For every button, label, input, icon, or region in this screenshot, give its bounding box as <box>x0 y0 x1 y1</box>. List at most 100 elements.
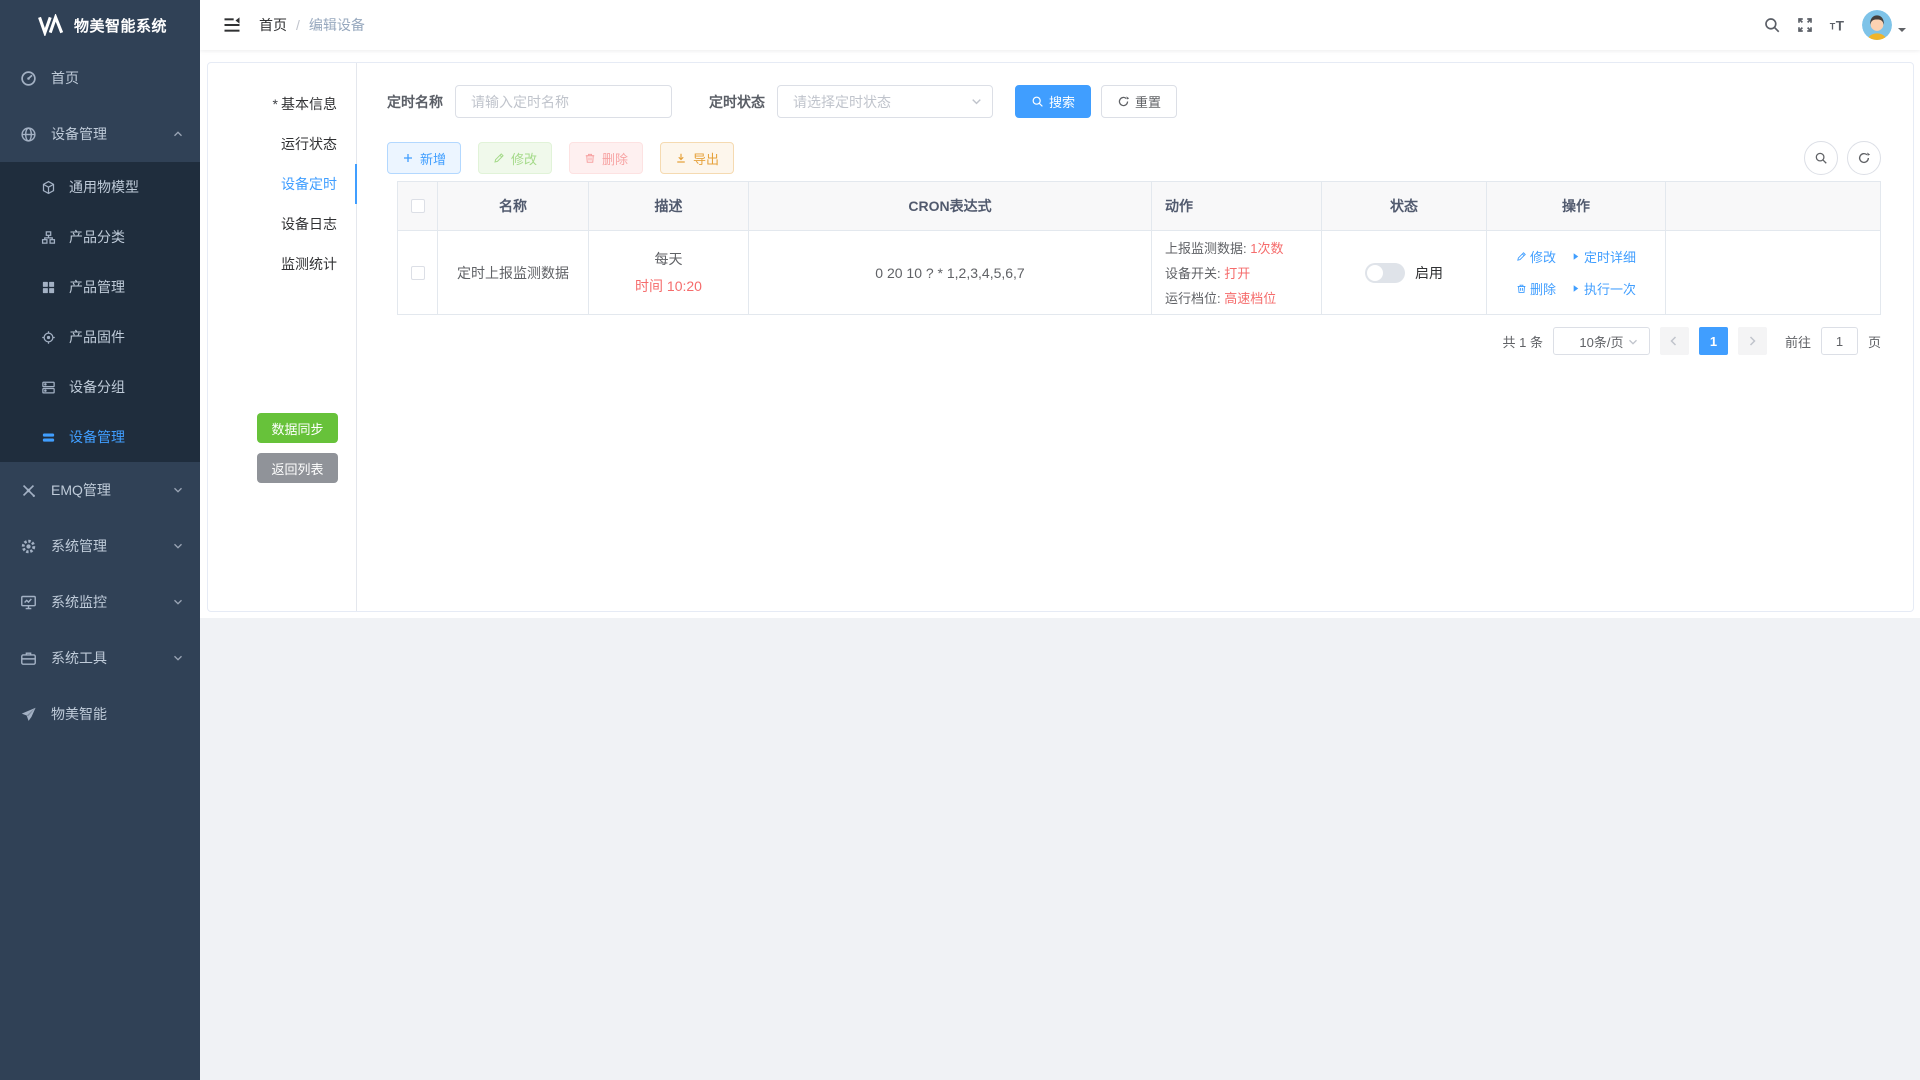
pagination-total: 共 1 条 <box>1503 332 1543 351</box>
cell-cron: 0 20 10 ? * 1,2,3,4,5,6,7 <box>749 231 1152 315</box>
refresh-table-button[interactable] <box>1847 141 1881 175</box>
cell-status: 启用 <box>1322 231 1487 315</box>
sidebar-item-label: 设备管理 <box>51 124 107 144</box>
sidebar-item-home[interactable]: 首页 <box>0 50 200 106</box>
sidebar-item-system-management[interactable]: 系统管理 <box>0 518 200 574</box>
sidebar-item-product-firmware[interactable]: 产品固件 <box>0 312 200 362</box>
topbar-actions <box>1763 10 1920 40</box>
app-logo[interactable]: 物美智能系统 <box>0 0 200 50</box>
cube-icon <box>41 180 56 195</box>
sidebar-item-wumei-smart[interactable]: 物美智能 <box>0 686 200 742</box>
data-sync-button[interactable]: 数据同步 <box>257 413 338 443</box>
sidebar-item-system-monitor[interactable]: 系统监控 <box>0 574 200 630</box>
row-timer-detail-link[interactable]: 定时详细 <box>1570 247 1636 266</box>
search-button[interactable]: 搜索 <box>1015 85 1091 118</box>
tab-device-log[interactable]: 设备日志 <box>208 204 356 244</box>
topbar: 首页 / 编辑设备 <box>200 0 1920 50</box>
select-all-checkbox[interactable] <box>411 199 425 213</box>
timer-status-select-value[interactable] <box>777 85 993 118</box>
chevron-down-icon <box>970 95 983 108</box>
sidebar-item-thing-model[interactable]: 通用物模型 <box>0 162 200 212</box>
caret-down-icon <box>1898 28 1906 36</box>
tab-label: 监测统计 <box>281 256 337 272</box>
page-number-current[interactable]: 1 <box>1699 327 1728 355</box>
download-icon <box>675 152 687 164</box>
grid-icon <box>41 280 56 295</box>
header-name: 名称 <box>438 182 589 231</box>
device-management-submenu: 通用物模型 产品分类 产品管理 产品固件 设备分组 设备管理 <box>0 162 200 462</box>
goto-page-input[interactable] <box>1821 327 1858 355</box>
action-line: 上报监测数据: 1次数 <box>1165 238 1283 257</box>
toolbox-icon <box>20 650 37 667</box>
chevron-down-icon <box>172 652 184 664</box>
delete-button[interactable]: 删除 <box>569 142 643 174</box>
page-size-value: 10条/页 <box>1579 332 1623 351</box>
add-button[interactable]: 新增 <box>387 142 461 174</box>
firmware-aim-icon <box>41 330 56 345</box>
toggle-search-button[interactable] <box>1804 141 1838 175</box>
tab-run-status[interactable]: 运行状态 <box>208 124 356 164</box>
sidebar-item-product-category[interactable]: 产品分类 <box>0 212 200 262</box>
breadcrumb-current: 编辑设备 <box>309 15 365 35</box>
header-status: 状态 <box>1322 182 1487 231</box>
action-line: 设备开关: 打开 <box>1165 263 1250 282</box>
emq-x-icon <box>20 482 37 499</box>
tab-monitor-stats[interactable]: 监测统计 <box>208 244 356 284</box>
chevron-down-icon <box>172 484 184 496</box>
fullscreen-icon[interactable] <box>1796 16 1814 34</box>
goto-label: 前往 <box>1785 332 1811 351</box>
breadcrumb-home[interactable]: 首页 <box>259 15 287 35</box>
prev-page-button[interactable] <box>1660 327 1689 355</box>
header-action: 动作 <box>1152 182 1322 231</box>
globe-icon <box>20 126 37 143</box>
export-button[interactable]: 导出 <box>660 142 734 174</box>
cell-name: 定时上报监测数据 <box>438 231 589 315</box>
breadcrumb-separator: / <box>296 17 300 33</box>
table-row: 定时上报监测数据 每天 时间 10:20 0 20 10 ? * 1,2,3,4… <box>398 231 1880 315</box>
reset-button[interactable]: 重置 <box>1101 85 1177 118</box>
timer-status-select[interactable] <box>777 85 993 118</box>
cell-operations: 修改 定时详细 删除 执行一次 <box>1487 231 1666 315</box>
row-delete-link[interactable]: 删除 <box>1516 279 1556 298</box>
search-icon <box>1814 151 1828 165</box>
user-menu[interactable] <box>1862 10 1906 40</box>
page-size-select[interactable]: 10条/页 <box>1553 327 1650 355</box>
sidebar-item-label: 产品固件 <box>69 327 125 347</box>
edit-button[interactable]: 修改 <box>478 142 552 174</box>
sidebar-item-product-management[interactable]: 产品管理 <box>0 262 200 312</box>
status-toggle[interactable] <box>1365 263 1405 283</box>
server-group-icon <box>41 380 56 395</box>
sidebar-item-device-group[interactable]: 设备分组 <box>0 362 200 412</box>
hamburger-fold-icon[interactable] <box>222 15 242 35</box>
sidebar-item-label: 系统工具 <box>51 648 107 668</box>
row-run-once-link[interactable]: 执行一次 <box>1570 279 1636 298</box>
timer-name-input[interactable] <box>455 85 672 118</box>
timer-table: 名称 描述 CRON表达式 动作 状态 操作 定时上报监测数据 每天 时间 10… <box>397 181 1881 315</box>
cell-description: 每天 时间 10:20 <box>589 231 749 315</box>
tab-basic-info[interactable]: *基本信息 <box>208 84 356 124</box>
font-size-icon[interactable] <box>1829 16 1847 34</box>
chevron-left-icon <box>1668 335 1680 347</box>
add-button-label: 新增 <box>420 149 446 168</box>
search-icon[interactable] <box>1763 16 1781 34</box>
row-edit-link[interactable]: 修改 <box>1516 247 1556 266</box>
next-page-button[interactable] <box>1738 327 1767 355</box>
paper-plane-icon <box>20 706 37 723</box>
search-icon <box>1031 95 1044 108</box>
sidebar-item-system-tools[interactable]: 系统工具 <box>0 630 200 686</box>
status-toggle-label: 启用 <box>1415 263 1443 283</box>
edit-button-label: 修改 <box>511 149 537 168</box>
sidebar-item-device-list[interactable]: 设备管理 <box>0 412 200 462</box>
back-to-list-button[interactable]: 返回列表 <box>257 453 338 483</box>
sidebar-item-emq[interactable]: EMQ管理 <box>0 462 200 518</box>
tab-device-timer[interactable]: 设备定时 <box>208 164 356 204</box>
sidebar-item-label: 设备分组 <box>69 377 125 397</box>
pencil-icon <box>493 152 505 164</box>
sidebar-item-device-management[interactable]: 设备管理 <box>0 106 200 162</box>
row-checkbox[interactable] <box>411 266 425 280</box>
avatar <box>1862 10 1892 40</box>
page-unit-label: 页 <box>1868 332 1881 351</box>
chevron-down-icon <box>172 540 184 552</box>
header-cron: CRON表达式 <box>749 182 1152 231</box>
caret-right-icon <box>1570 283 1581 294</box>
